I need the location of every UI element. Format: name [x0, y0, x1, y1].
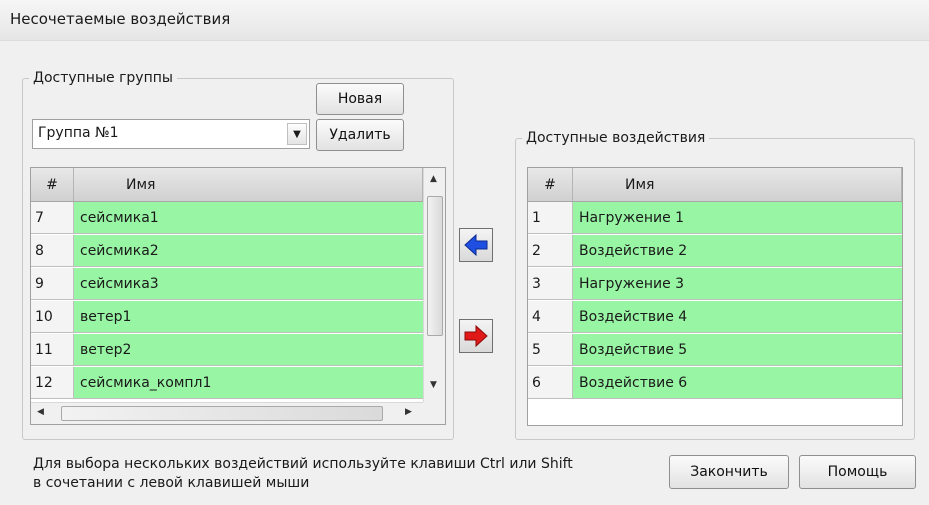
actions-table-header: # Имя: [528, 168, 902, 202]
groups-horizontal-scrollbar[interactable]: ◀ ▶: [31, 402, 423, 424]
row-name[interactable]: ветер2: [74, 334, 423, 365]
groups-legend: Доступные группы: [33, 70, 173, 86]
chevron-down-icon[interactable]: ▼: [287, 123, 307, 145]
row-name[interactable]: сейсмика1: [74, 202, 423, 233]
row-name[interactable]: Нагружение 1: [573, 202, 902, 233]
row-number: 12: [31, 367, 74, 398]
group-select[interactable]: Группа №1 ▼: [32, 119, 310, 149]
hint-line-1: Для выбора нескольких воздействий исполь…: [33, 456, 573, 472]
row-number: 9: [31, 268, 74, 299]
row-name[interactable]: сейсмика3: [74, 268, 423, 299]
dialog-window: Несочетаемые воздействия Доступные групп…: [0, 0, 929, 505]
groups-vertical-scrollbar[interactable]: ▲ ▼: [423, 168, 445, 402]
actions-legend: Доступные воздействия: [526, 130, 706, 146]
table-row[interactable]: 3 Нагружение 3: [528, 268, 902, 300]
table-row[interactable]: 6 Воздействие 6: [528, 367, 902, 399]
table-row[interactable]: 9 сейсмика3: [31, 268, 423, 300]
actions-col-num[interactable]: #: [528, 168, 573, 201]
row-name[interactable]: Воздействие 4: [573, 301, 902, 332]
row-number: 6: [528, 367, 573, 398]
row-number: 3: [528, 268, 573, 299]
row-number: 11: [31, 334, 74, 365]
row-number: 8: [31, 235, 74, 266]
arrow-right-icon: [464, 324, 488, 348]
row-number: 4: [528, 301, 573, 332]
groups-hscroll-thumb[interactable]: [61, 406, 383, 421]
move-right-button[interactable]: [459, 319, 493, 353]
table-row[interactable]: 8 сейсмика2: [31, 235, 423, 267]
groups-table-header: # Имя: [31, 168, 423, 202]
window-title: Несочетаемые воздействия: [10, 10, 231, 28]
row-name[interactable]: Воздействие 5: [573, 334, 902, 365]
scroll-right-icon[interactable]: ▶: [405, 407, 412, 417]
scroll-down-icon[interactable]: ▼: [430, 380, 437, 390]
help-button[interactable]: Помощь: [799, 455, 916, 489]
groups-col-num[interactable]: #: [31, 168, 74, 201]
scroll-left-icon[interactable]: ◀: [37, 407, 44, 417]
row-number: 5: [528, 334, 573, 365]
actions-col-name[interactable]: Имя: [573, 168, 902, 201]
groups-col-name[interactable]: Имя: [74, 168, 423, 201]
table-row[interactable]: 7 сейсмика1: [31, 202, 423, 234]
table-row[interactable]: 4 Воздействие 4: [528, 301, 902, 333]
table-row[interactable]: 2 Воздействие 2: [528, 235, 902, 267]
delete-group-button[interactable]: Удалить: [316, 119, 404, 151]
table-row[interactable]: 5 Воздействие 5: [528, 334, 902, 366]
row-name[interactable]: Нагружение 3: [573, 268, 902, 299]
row-name[interactable]: Воздействие 6: [573, 367, 902, 398]
hint-line-2: в сочетании с левой клавишей мыши: [33, 475, 310, 491]
row-name[interactable]: Воздействие 2: [573, 235, 902, 266]
new-group-button[interactable]: Новая: [316, 83, 404, 115]
table-row[interactable]: 1 Нагружение 1: [528, 202, 902, 234]
groups-vscroll-thumb[interactable]: [427, 196, 443, 336]
table-row[interactable]: 12 сейсмика_компл1: [31, 367, 423, 399]
arrow-left-icon: [464, 233, 488, 257]
scroll-up-icon[interactable]: ▲: [430, 174, 437, 184]
row-number: 2: [528, 235, 573, 266]
row-number: 10: [31, 301, 74, 332]
finish-button[interactable]: Закончить: [669, 455, 789, 489]
selection-hint: Для выбора нескольких воздействий исполь…: [33, 455, 573, 493]
group-select-value: Группа №1: [38, 125, 119, 141]
table-row[interactable]: 10 ветер1: [31, 301, 423, 333]
row-name[interactable]: сейсмика_компл1: [74, 367, 423, 398]
title-bar: Несочетаемые воздействия: [0, 0, 929, 41]
groups-table: # Имя 7 сейсмика1 8 сейсмика2 9 сейсмика3 10 ве…: [30, 167, 446, 425]
scroll-corner: [423, 402, 445, 424]
row-number: 1: [528, 202, 573, 233]
move-left-button[interactable]: [459, 228, 493, 262]
table-row[interactable]: 11 ветер2: [31, 334, 423, 366]
row-name[interactable]: ветер1: [74, 301, 423, 332]
actions-table: # Имя 1 Нагружение 1 2 Воздействие 2 3 Нагруж…: [527, 167, 903, 426]
row-number: 7: [31, 202, 74, 233]
row-name[interactable]: сейсмика2: [74, 235, 423, 266]
